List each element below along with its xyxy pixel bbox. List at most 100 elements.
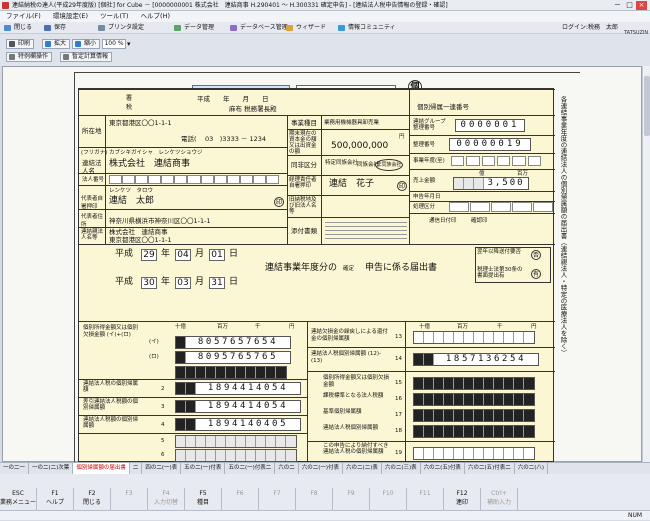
from-day[interactable]: 01 (209, 249, 225, 261)
row1-a-cells[interactable]: 8057657654 (175, 336, 291, 349)
fkey-f11[interactable]: F11 (407, 488, 444, 510)
row1-b-cells[interactable]: 8095765765 (175, 351, 291, 364)
serial-number-label: 個別帰属一連番号 (417, 103, 469, 111)
data-management-button[interactable]: データ管理 (172, 23, 216, 33)
r16-cells[interactable] (413, 393, 535, 406)
rep-name-kana[interactable]: レンケツ タロウ (109, 187, 153, 195)
ref-number-cells[interactable]: 00000019 (449, 138, 531, 151)
close-tool-button[interactable]: 閉じる (2, 23, 34, 33)
tab-sheet[interactable]: 一の二(二)次葉 (29, 463, 74, 474)
r17-cells[interactable] (413, 409, 535, 422)
menu-file[interactable]: ファイル(F) (0, 11, 47, 22)
zoom-in-button[interactable]: 拡大 (42, 39, 71, 49)
tab-sheet[interactable]: 五の二(一)付表 (181, 463, 226, 474)
tab-sheet[interactable]: 六の二(五)付表二 (465, 463, 515, 474)
to-month[interactable]: 03 (175, 277, 191, 289)
tab-sheet[interactable]: 六の二(二)表 (343, 463, 382, 474)
tab-sheet[interactable]: 六の二 (275, 463, 299, 474)
tab-sheet[interactable]: 五の二(一)付表二 (225, 463, 276, 474)
parent-corp-address[interactable]: 東京都港区〇〇1-1-1 (109, 236, 172, 244)
tab-sheet[interactable]: 六の二(八) (515, 463, 549, 474)
special-input-button[interactable]: 特例欄操作 (6, 52, 53, 62)
wizard-button[interactable]: ウィザード (284, 23, 328, 33)
to-day[interactable]: 31 (209, 277, 225, 289)
r14-cells[interactable]: 1857136254 (413, 353, 539, 366)
row1-c-cells[interactable] (175, 366, 287, 379)
tab-sheet[interactable]: 六の二(五)付表 (421, 463, 465, 474)
fkey-f3[interactable]: F3 (111, 488, 148, 510)
tab-sheet-active[interactable]: 個別帰属額の届出書 (73, 463, 130, 474)
row4-cells[interactable]: 1894140405 (175, 418, 301, 431)
print-button[interactable]: 印刷 (6, 39, 35, 49)
fkey-f1[interactable]: F1 ヘルプ (37, 488, 74, 510)
tab-sheet[interactable]: 二 (130, 463, 143, 474)
tab-sheet[interactable]: 一の二一 (0, 463, 30, 474)
tab-sheet[interactable]: 六の二(三)表 (382, 463, 421, 474)
biz-year-cells[interactable] (451, 156, 541, 166)
fkey-f4[interactable]: F4 入力切替 (148, 488, 185, 510)
to-year[interactable]: 30 (141, 277, 157, 289)
r13-cells[interactable] (413, 331, 535, 344)
menu-help[interactable]: ヘルプ(H) (135, 11, 176, 22)
row6-cells[interactable] (175, 449, 297, 462)
zoom-dropdown-icon[interactable]: ▾ (127, 39, 131, 49)
r18-cells[interactable] (413, 425, 535, 438)
process-cells[interactable] (449, 202, 553, 212)
estimate-info-button[interactable]: 暫定計算情報 (60, 52, 113, 62)
corp-name-kana[interactable]: カブシキガイシャ レンケツショウジ (109, 149, 203, 157)
fkey-f12[interactable]: F12 連印 (444, 488, 481, 510)
agent-30-value[interactable]: 有 (531, 269, 541, 279)
fkey-f9[interactable]: F9 (333, 488, 370, 510)
row2-marker: 2 (161, 386, 165, 392)
accountant-name[interactable]: 連結 花子 (329, 179, 374, 190)
row5-cells[interactable] (175, 435, 297, 448)
fkey-f5[interactable]: F5 種目 (185, 488, 222, 510)
from-year[interactable]: 29 (141, 249, 157, 261)
business-type-value[interactable]: 業務用機械器具卸売業 (324, 119, 379, 127)
rep-name-value[interactable]: 連結 太郎 (109, 196, 154, 207)
printer-settings-button[interactable]: プリンタ設定 (96, 23, 146, 33)
zoom-level-select[interactable]: 100 % (102, 39, 126, 49)
community-button[interactable]: 情報コミュニティ (336, 23, 398, 33)
corp-name-value[interactable]: 株式会社 連結商事 (109, 159, 190, 170)
group-number-cells[interactable]: 0000001 (455, 119, 525, 132)
from-month[interactable]: 04 (175, 249, 191, 261)
minimize-button[interactable]: － (612, 1, 623, 10)
menu-tools[interactable]: ツール(T) (94, 11, 135, 22)
rep-address-value[interactable]: 神奈川県横浜市神奈川区〇〇1-1-1 (109, 217, 211, 225)
zoom-out-button[interactable]: 縮小 (72, 39, 101, 49)
fkey-f6[interactable]: F6 (222, 488, 259, 510)
row2-cells[interactable]: 1894414054 (175, 382, 301, 395)
sales-cells[interactable]: 3,500 (453, 177, 529, 190)
attachment-list[interactable] (325, 219, 407, 242)
close-tool-icon (4, 25, 11, 31)
menu-settings[interactable]: 環境設定(E) (47, 11, 94, 22)
fkey-f2[interactable]: F2 閉じる (74, 488, 111, 510)
fkey-f7[interactable]: F7 (259, 488, 296, 510)
tab-sheet[interactable]: 四の二(一)表 (142, 463, 182, 474)
same-family-opt-1[interactable]: 特定同族会社 (325, 159, 358, 167)
parent-corp-name[interactable]: 株式会社 連結商事 (109, 228, 168, 236)
fkey-ctrl[interactable]: Ctrl+ 補助入力 (481, 488, 518, 510)
r15-cells[interactable] (413, 377, 535, 390)
row3-cells[interactable]: 1894414054 (175, 400, 301, 413)
fkey-f10[interactable]: F10 (370, 488, 407, 510)
fkey-f8[interactable]: F8 (296, 488, 333, 510)
business-type-label: 事業種目 (291, 119, 317, 127)
capital-value[interactable]: 500,000,000 (331, 141, 388, 152)
corp-number-cells[interactable] (109, 175, 280, 184)
menu-bar: ファイル(F) 環境設定(E) ツール(T) ヘルプ(H) (0, 11, 650, 22)
maximize-button[interactable]: □ (624, 1, 635, 10)
database-management-button[interactable]: データベース管理 (228, 23, 290, 33)
close-button[interactable]: × (636, 1, 647, 10)
next-year-value[interactable]: 否 (531, 250, 541, 260)
fkey-esc[interactable]: ESC 業務メニュー (0, 488, 37, 510)
tab-sheet[interactable]: 六の二(一)付表 (299, 463, 344, 474)
phone-value[interactable]: 03 )3333 － 1234 (205, 135, 266, 143)
same-family-opt-3-selected[interactable]: 非同族会社 (375, 159, 403, 171)
save-button[interactable]: 保存 (42, 23, 68, 33)
address-value[interactable]: 東京都港区〇〇1-1-1 (109, 119, 172, 127)
r19-cells[interactable] (413, 447, 535, 460)
scroll-thumb[interactable] (644, 76, 650, 136)
vertical-scrollbar[interactable] (642, 66, 650, 462)
